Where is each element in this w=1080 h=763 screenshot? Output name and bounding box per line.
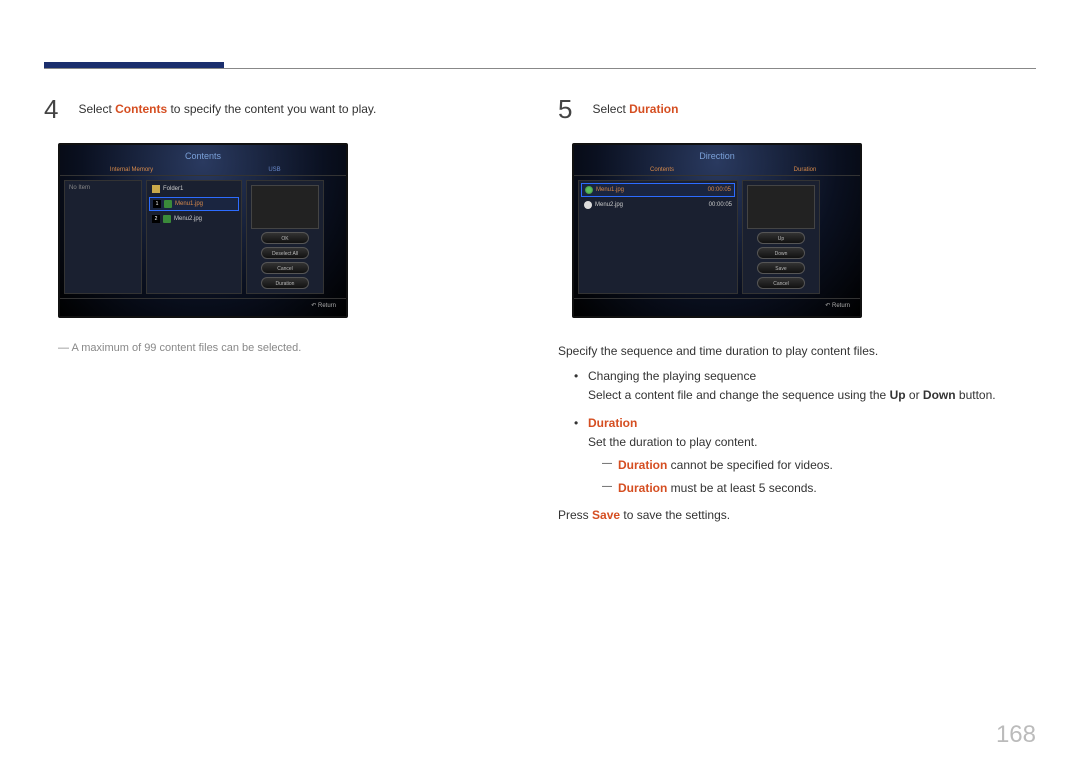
sub-item-1: Duration cannot be specified for videos. [588, 456, 1038, 475]
scr-tab-contents: Contents [574, 165, 750, 175]
scr-tabs: Internal Memory USB [60, 165, 346, 176]
scr-up-button: Up [757, 232, 805, 244]
page-number: 168 [996, 721, 1036, 749]
scr2-return-row: ↶ Return [574, 298, 860, 312]
scr-contents-title: Contents [60, 145, 346, 165]
scr-item1-name: Menu1.jpg [175, 201, 203, 207]
scr-item2-name: Menu2.jpg [174, 216, 202, 222]
press-save-line: Press Save to save the settings. [558, 506, 1038, 525]
contents-screenshot: Contents Internal Memory USB No Item Fol… [58, 143, 348, 318]
scr-tab-duration: Duration [750, 165, 860, 175]
scr-deselect-button: Deselect All [261, 247, 309, 259]
scr-col-internal: No Item [64, 180, 142, 294]
sub2-rest: must be at least 5 seconds. [667, 481, 816, 495]
bullet-sequence: Changing the playing sequence Select a c… [572, 367, 1038, 405]
bullet-list: Changing the playing sequence Select a c… [572, 367, 1038, 498]
down-bold: Down [923, 388, 956, 402]
scr-return-label: Return [318, 303, 336, 309]
scr2-item1-name: Menu1.jpg [596, 187, 624, 193]
scr-col-right: OK Deselect All Cancel Duration [246, 180, 324, 294]
step-4-text-suffix: to specify the content you want to play. [167, 102, 376, 116]
bullet1-line-a: Select a content file and change the seq… [588, 388, 890, 402]
step-5-text: Select Duration [592, 102, 678, 116]
scr-down-button: Down [757, 247, 805, 259]
scr2-thumb-preview [747, 185, 815, 229]
sub1-em: Duration [618, 458, 667, 472]
return-icon: ↶ [825, 303, 832, 309]
step5-body: Specify the sequence and time duration t… [558, 342, 1038, 526]
scr-duration-button: Duration [261, 277, 309, 289]
scr-tabs-2: Contents Duration [574, 165, 860, 176]
scr-noitem: No Item [65, 181, 141, 195]
scr-body-2: Menu1.jpg 00:00:05 Menu2.jpg 00:00:05 Up… [574, 176, 860, 298]
scr-col-usb: Folder1 1 Menu1.jpg 2 Menu2.jpg [146, 180, 242, 294]
scr-item1-num: 1 [153, 200, 161, 208]
sub2-em: Duration [618, 481, 667, 495]
scr2-item2: Menu2.jpg 00:00:05 [581, 199, 735, 211]
scr-tab-internal: Internal Memory [60, 165, 203, 175]
scr2-return-label: Return [832, 303, 850, 309]
bullet1-or: or [906, 388, 923, 402]
press-a: Press [558, 508, 592, 522]
scr2-item2-name: Menu2.jpg [595, 202, 623, 208]
header-rule [44, 68, 1036, 69]
check-icon [163, 215, 171, 223]
bullet2-em: Duration [588, 416, 637, 430]
scr2-col-right: Up Down Save Cancel [742, 180, 820, 294]
scr-thumb-preview [251, 185, 319, 229]
bullet1-title: Changing the playing sequence [588, 369, 756, 383]
scr2-item2-dur: 00:00:05 [709, 202, 732, 208]
step-4-text: Select Contents to specify the content y… [78, 102, 376, 116]
bullet2-desc: Set the duration to play content. [588, 435, 757, 449]
scr-direction-title: Direction [574, 145, 860, 165]
step4-note: ― A maximum of 99 content files can be s… [58, 342, 524, 354]
up-bold: Up [890, 388, 906, 402]
scr-file-item-2: 2 Menu2.jpg [149, 213, 239, 225]
press-save-em: Save [592, 508, 620, 522]
scr-save-button: Save [757, 262, 805, 274]
scr-return-row: ↶ Return [60, 298, 346, 312]
scr-folder-name: Folder1 [163, 186, 183, 192]
step5-intro: Specify the sequence and time duration t… [558, 342, 1038, 361]
folder-icon [152, 185, 160, 193]
scr-body: No Item Folder1 1 Menu1.jpg 2 Menu2.jpg [60, 176, 346, 298]
check-icon [164, 200, 172, 208]
press-b: to save the settings. [620, 508, 730, 522]
circle-icon [584, 201, 592, 209]
step-5-number: 5 [558, 94, 588, 125]
scr-tab-usb: USB [203, 165, 346, 175]
step4-note-text: A maximum of 99 content files can be sel… [71, 342, 301, 354]
scr-file-item-1: 1 Menu1.jpg [149, 197, 239, 211]
scr2-item1: Menu1.jpg 00:00:05 [581, 183, 735, 197]
step5-text-prefix: Select [592, 102, 629, 116]
scr-folder-item: Folder1 [149, 183, 239, 195]
scr-cancel-button-2: Cancel [757, 277, 805, 289]
step-4-text-prefix: Select [78, 102, 115, 116]
note-dash: ― [58, 342, 71, 354]
sub-item-2: Duration must be at least 5 seconds. [588, 479, 1038, 498]
scr-ok-button: OK [261, 232, 309, 244]
step-5-section: 5 Select Duration Direction Contents Dur… [558, 94, 1038, 526]
bullet-duration: Duration Set the duration to play conten… [572, 414, 1038, 499]
bullet1-line-b: button. [956, 388, 996, 402]
step-4-number: 4 [44, 94, 74, 125]
scr-col-full: Menu1.jpg 00:00:05 Menu2.jpg 00:00:05 [578, 180, 738, 294]
direction-screenshot: Direction Contents Duration Menu1.jpg 00… [572, 143, 862, 318]
scr-item2-num: 2 [152, 215, 160, 223]
return-icon: ↶ [311, 303, 318, 309]
step-4-section: 4 Select Contents to specify the content… [44, 94, 524, 354]
step-4-contents-em: Contents [115, 102, 167, 116]
play-icon [585, 186, 593, 194]
scr2-item1-dur: 00:00:05 [708, 187, 731, 193]
scr-cancel-button: Cancel [261, 262, 309, 274]
step5-duration-em: Duration [629, 102, 678, 116]
sub1-rest: cannot be specified for videos. [667, 458, 832, 472]
